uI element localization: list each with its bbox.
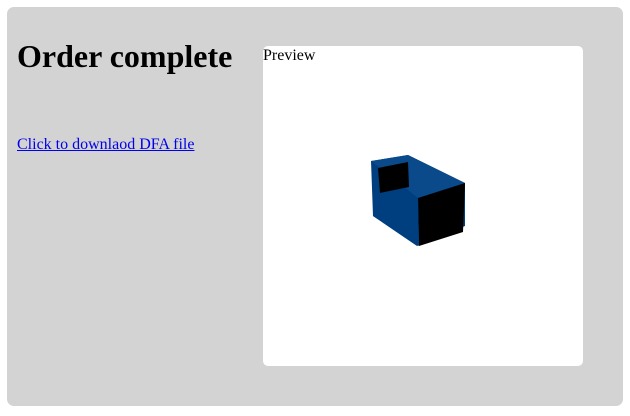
page-title: Order complete bbox=[17, 38, 233, 74]
order-complete-panel: Order complete Click to downlaod DFA fil… bbox=[7, 7, 623, 406]
download-dfa-link[interactable]: Click to downlaod DFA file bbox=[17, 135, 194, 155]
preview-panel[interactable]: Preview bbox=[263, 46, 583, 366]
model-3d-viewport[interactable] bbox=[263, 46, 583, 366]
model-side-face bbox=[373, 192, 419, 246]
